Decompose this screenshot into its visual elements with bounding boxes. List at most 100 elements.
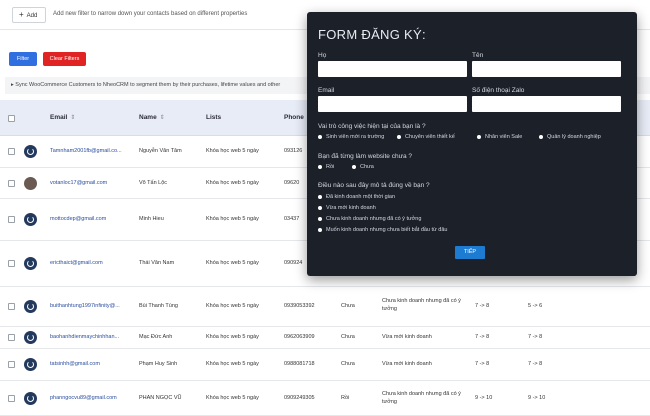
row-email[interactable]: buithanhtung1997infinity@... <box>50 303 120 309</box>
row-score-a: 9 -> 10 <box>475 395 493 401</box>
filter-button[interactable]: Filter <box>9 52 37 66</box>
row-list: Khóa học web 5 ngày <box>206 260 259 266</box>
row-business-status: Chưa kinh doanh nhưng đã có ý tưởng <box>382 298 461 312</box>
label-phone: Số điện thoại Zalo <box>472 87 525 94</box>
row-name: Minh Hieu <box>139 216 164 222</box>
submit-button[interactable]: TIẾP <box>455 246 485 259</box>
input-email[interactable] <box>318 96 467 112</box>
row-score-a: 7 -> 8 <box>475 361 490 367</box>
header-lists[interactable]: Lists <box>206 114 221 121</box>
row-checkbox[interactable] <box>8 361 15 368</box>
row-checkbox[interactable] <box>8 148 15 155</box>
row-list: Khóa học web 5 ngày <box>206 303 259 309</box>
row-email[interactable]: tatsinhh@gmail.com <box>50 361 100 367</box>
select-all-checkbox[interactable] <box>8 115 15 122</box>
header-name[interactable]: Name ⇕ <box>139 114 165 121</box>
input-phone[interactable] <box>472 96 621 112</box>
row-list: Khóa học web 5 ngày <box>206 361 259 367</box>
row-name: Phạm Huy Sinh <box>139 361 178 367</box>
row-phone: 093126 <box>284 148 303 154</box>
row-score-b: 7 -> 8 <box>528 334 543 340</box>
label-ho: Họ <box>318 52 327 59</box>
option-role-manager[interactable]: Quản lý doanh nghiệp <box>539 134 601 140</box>
radio-icon <box>477 134 481 139</box>
row-phone: 0939053392 <box>284 303 315 309</box>
row-checkbox[interactable] <box>8 180 15 187</box>
option-role-student[interactable]: Sinh viên mới ra trường <box>318 134 384 140</box>
row-list: Khóa học web 5 ngày <box>206 334 259 340</box>
row-checkbox[interactable] <box>8 334 15 341</box>
radio-icon <box>318 227 322 232</box>
table-row[interactable]: buithanhtung1997infinity@... Bùi Thanh T… <box>0 287 650 327</box>
avatar <box>24 257 37 270</box>
radio-icon <box>539 134 543 139</box>
table-row[interactable]: baohanhdienmaychinhhan... Mạc Đức Anh Kh… <box>0 327 650 349</box>
option-describe-2[interactable]: Vừa mới kinh doanh <box>318 205 376 211</box>
row-website-status: Chưa <box>341 361 355 367</box>
option-describe-3[interactable]: Chưa kinh doanh nhưng đã có ý tưởng <box>318 216 421 222</box>
radio-icon <box>318 194 322 199</box>
avatar <box>24 358 37 371</box>
input-ten[interactable] <box>472 61 621 77</box>
row-checkbox[interactable] <box>8 395 15 402</box>
row-name: Bùi Thanh Tùng <box>139 303 178 309</box>
header-email[interactable]: Email ⇕ <box>50 114 75 121</box>
radio-icon <box>318 134 322 139</box>
row-list: Khóa học web 5 ngày <box>206 148 259 154</box>
header-phone[interactable]: Phone <box>284 114 304 121</box>
question-role: Vai trò công việc hiện tại của bạn là ? <box>318 123 426 130</box>
clear-filters-button[interactable]: Clear Filters <box>43 52 86 66</box>
radio-icon <box>318 164 322 169</box>
radio-icon <box>352 164 356 169</box>
avatar <box>24 145 37 158</box>
option-describe-1[interactable]: Đã kinh doanh một thời gian <box>318 194 395 200</box>
row-email[interactable]: Tamnham2001fb@gmail.co... <box>50 148 122 154</box>
row-checkbox[interactable] <box>8 216 15 223</box>
row-phone: 09620 <box>284 180 300 186</box>
row-score-b: 9 -> 10 <box>528 395 546 401</box>
option-describe-4[interactable]: Muốn kinh doanh nhưng chưa biết bắt đầu … <box>318 227 447 233</box>
row-email[interactable]: baohanhdienmaychinhhan... <box>50 334 119 340</box>
row-score-a: 7 -> 8 <box>475 334 490 340</box>
row-business-status: Chưa kinh doanh nhưng đã có ý tưởng <box>382 391 461 405</box>
radio-icon <box>397 134 401 139</box>
row-list: Khóa học web 5 ngày <box>206 180 259 186</box>
row-email[interactable]: votanloc17@gmail.com <box>50 180 107 186</box>
table-row[interactable]: phanngocvu89@gmail.com PHAN NGỌC VŨ Khóa… <box>0 381 650 416</box>
row-checkbox[interactable] <box>8 260 15 267</box>
row-email[interactable]: ericthaict@gmail.com <box>50 260 103 266</box>
radio-icon <box>318 205 322 210</box>
row-name: Mạc Đức Anh <box>139 334 173 340</box>
form-title: FORM ĐĂNG KÝ: <box>318 27 426 42</box>
option-website-yes[interactable]: Rồi <box>318 164 334 170</box>
row-business-status: Vừa mới kinh doanh <box>382 361 432 367</box>
option-role-designer[interactable]: Chuyên viên thiết kế <box>397 134 455 140</box>
avatar <box>24 331 37 344</box>
row-email[interactable]: mottocdep@gmail.com <box>50 216 106 222</box>
row-phone: 0988081718 <box>284 361 315 367</box>
row-email[interactable]: phanngocvu89@gmail.com <box>50 395 117 401</box>
question-describe: Điều nào sau đây mô tả đúng về bạn ? <box>318 182 430 189</box>
row-name: Thái Văn Nam <box>139 260 175 266</box>
label-ten: Tên <box>472 52 484 59</box>
radio-icon <box>318 216 322 221</box>
add-filter-button[interactable]: + Add <box>12 7 46 23</box>
question-website: Bạn đã từng làm website chưa ? <box>318 153 412 160</box>
avatar <box>24 213 37 226</box>
avatar <box>24 177 37 190</box>
row-score-b: 7 -> 8 <box>528 361 543 367</box>
row-phone: 0909249305 <box>284 395 315 401</box>
sort-icon: ⇕ <box>159 115 165 121</box>
option-website-no[interactable]: Chưa <box>352 164 374 170</box>
row-score-a: 7 -> 8 <box>475 303 490 309</box>
row-name: Nguyễn Văn Tâm <box>139 148 182 154</box>
option-role-sale[interactable]: Nhân viên Sale <box>477 134 522 140</box>
row-name: PHAN NGỌC VŨ <box>139 395 182 401</box>
row-website-status: Chưa <box>341 334 355 340</box>
row-checkbox[interactable] <box>8 303 15 310</box>
add-filter-label: Add <box>26 13 38 19</box>
row-business-status: Vừa mới kinh doanh <box>382 334 432 340</box>
table-row[interactable]: tatsinhh@gmail.com Phạm Huy Sinh Khóa họ… <box>0 349 650 381</box>
input-ho[interactable] <box>318 61 467 77</box>
row-phone: 090924 <box>284 260 303 266</box>
